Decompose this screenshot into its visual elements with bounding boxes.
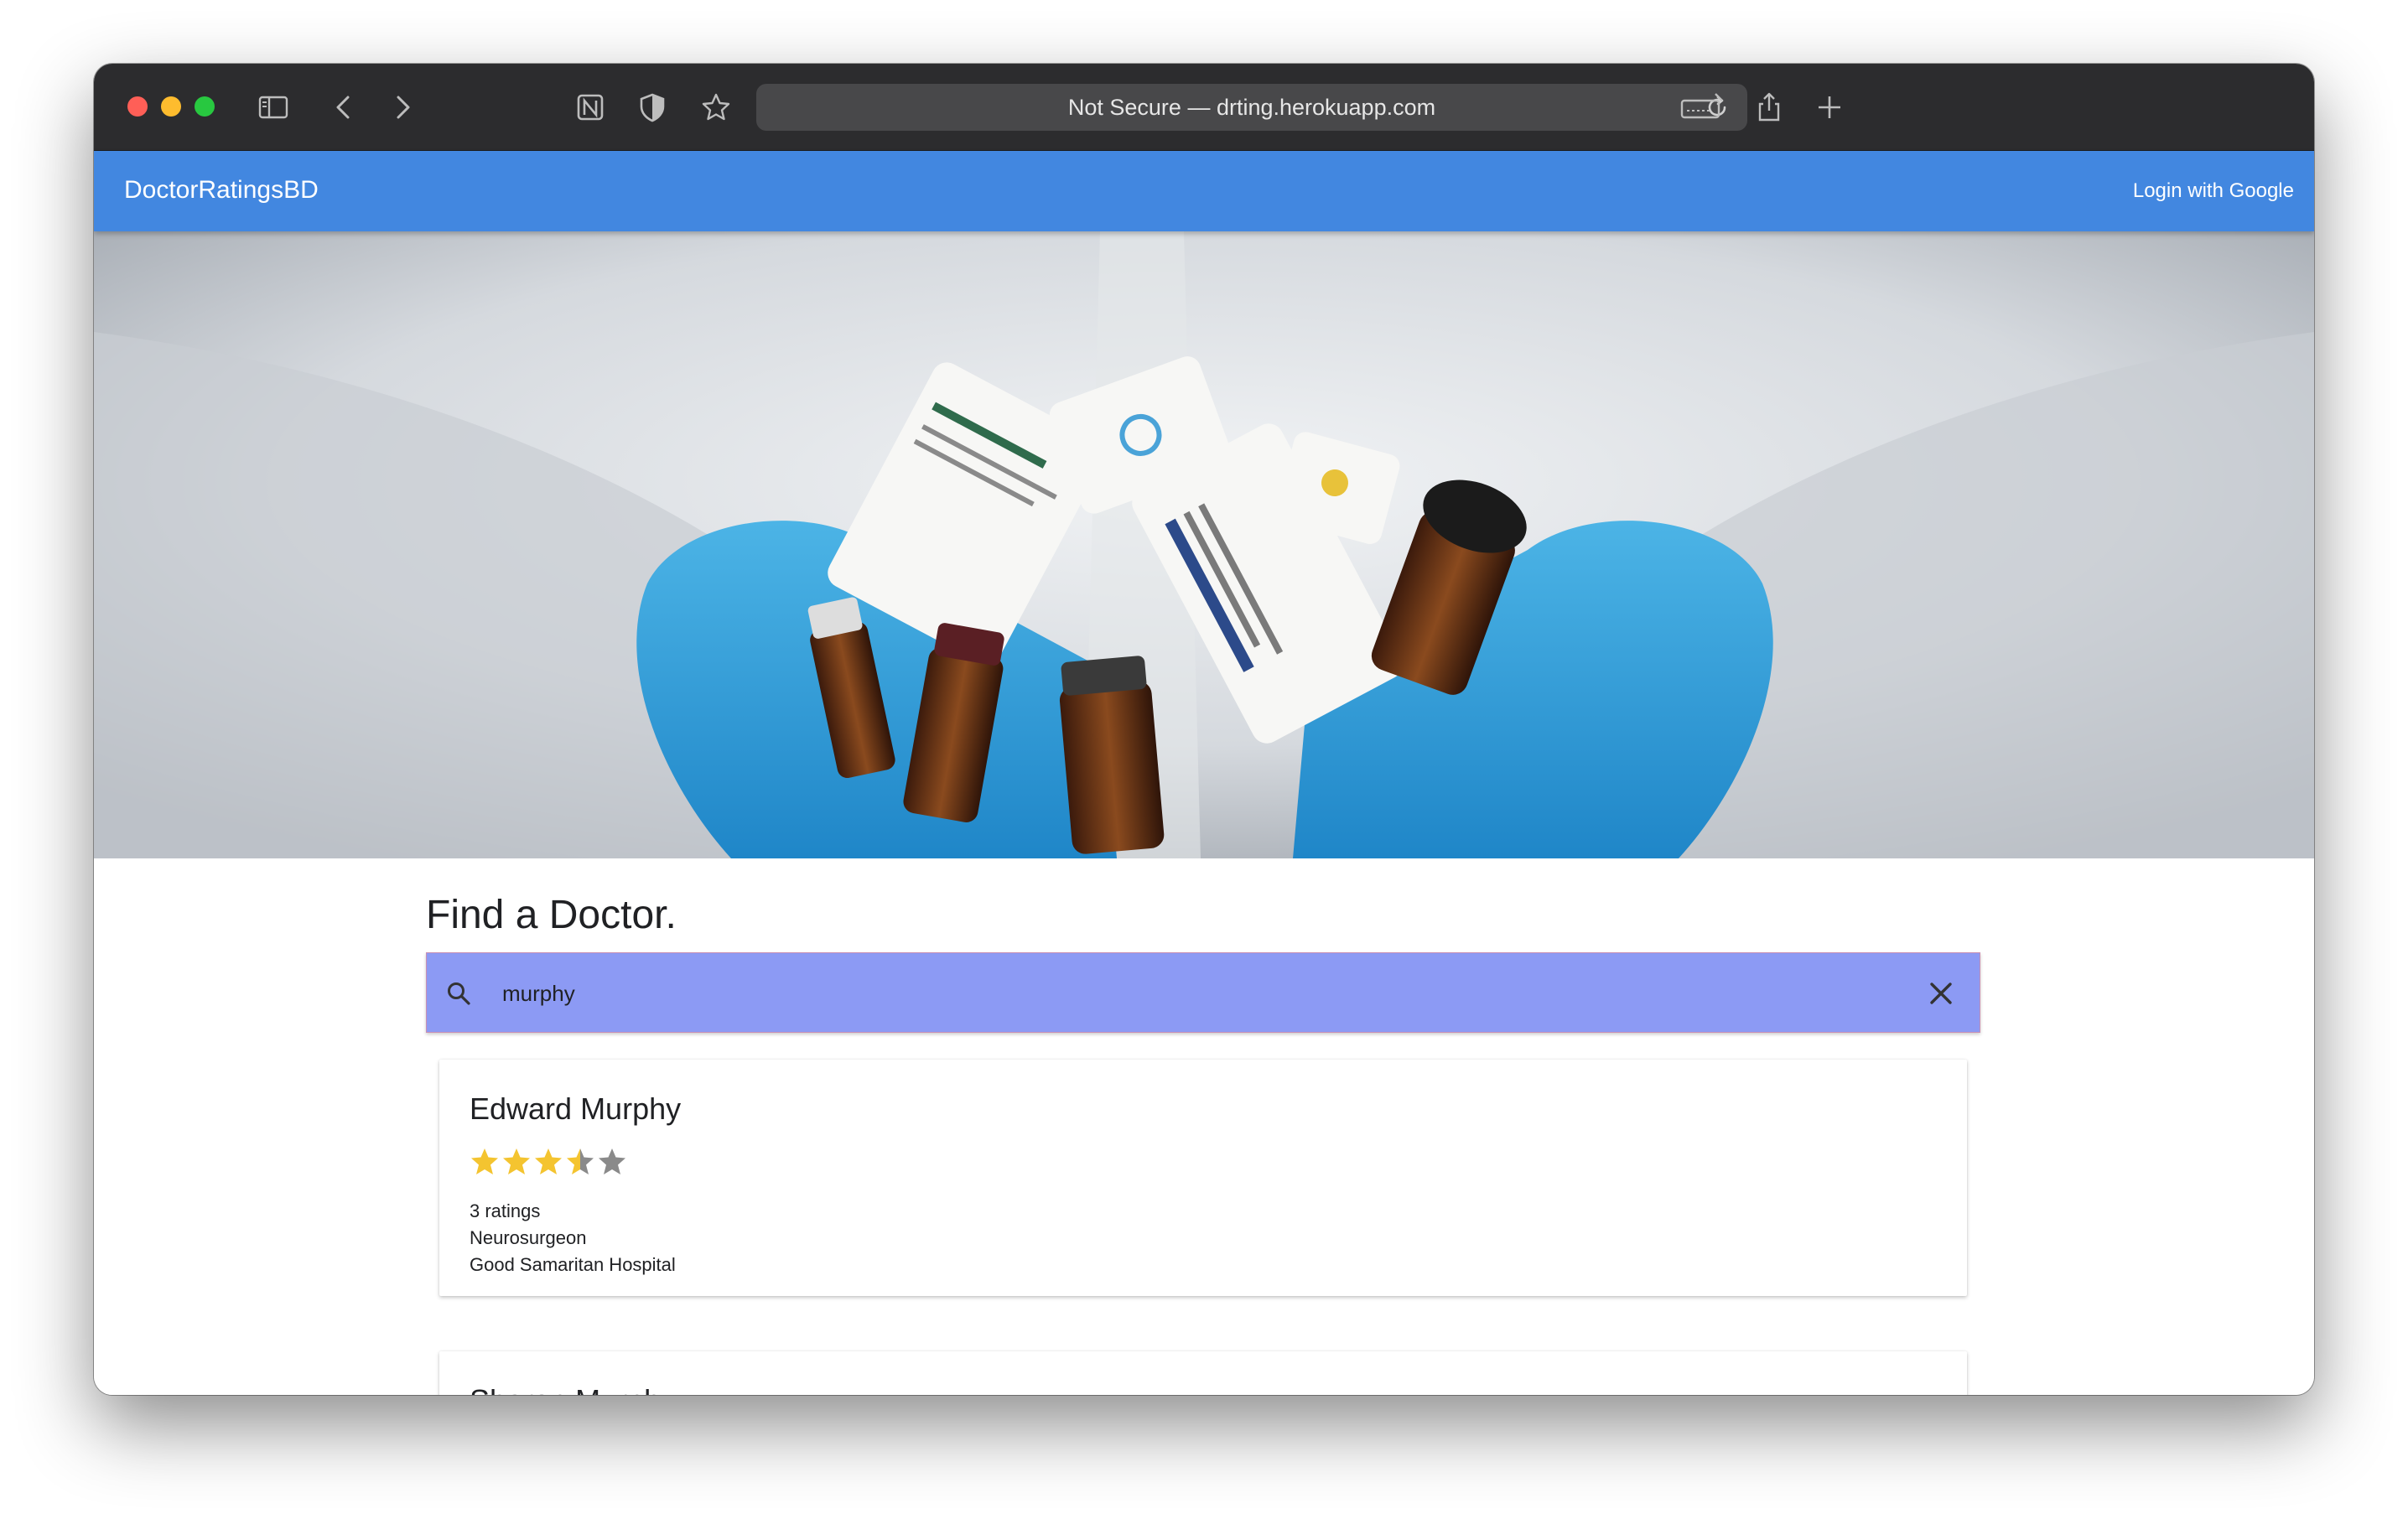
doctor-name[interactable]: Sharon Murphy [470, 1383, 676, 1395]
address-bar[interactable]: Not Secure — drting.herokuapp.com [756, 84, 1747, 131]
search-bar[interactable] [426, 952, 1980, 1033]
share-icon[interactable] [1751, 89, 1788, 126]
doctor-result-card[interactable]: Edward Murphy 3 ratings Neurosurgeon Goo… [439, 1060, 1967, 1296]
star-icon [567, 1148, 594, 1174]
back-icon[interactable] [325, 89, 362, 126]
new-tab-icon[interactable] [1811, 89, 1848, 126]
doctor-name[interactable]: Edward Murphy [470, 1091, 681, 1127]
search-input[interactable] [502, 977, 1844, 1010]
hero-image [94, 231, 2314, 858]
keyboard-icon[interactable] [1677, 89, 1727, 126]
browser-window: Not Secure — drting.herokuapp.com Doctor… [94, 64, 2314, 1395]
close-window-button[interactable] [127, 96, 148, 117]
address-text: Not Secure — drting.herokuapp.com [1067, 94, 1436, 120]
brand-link[interactable]: DoctorRatingsBD [124, 176, 319, 205]
forward-icon[interactable] [384, 89, 421, 126]
notion-icon[interactable] [572, 89, 609, 126]
zoom-window-button[interactable] [195, 96, 215, 117]
browser-toolbar: Not Secure — drting.herokuapp.com [94, 64, 2314, 151]
app-navbar: DoctorRatingsBD Login with Google [94, 151, 2314, 231]
star-icon[interactable] [698, 89, 734, 126]
minimize-window-button[interactable] [161, 96, 181, 117]
star-rating [470, 1147, 627, 1177]
doctor-hospital: Good Samaritan Hospital [470, 1254, 676, 1275]
doctor-specialty: Neurosurgeon [470, 1227, 587, 1248]
shield-icon[interactable] [634, 89, 671, 126]
clear-icon[interactable] [1926, 978, 1956, 1008]
ratings-count: 3 ratings [470, 1200, 541, 1221]
main-content: Find a Doctor. Edward Murphy 3 ratings N… [94, 858, 2314, 1395]
sidebar-icon[interactable] [255, 89, 292, 126]
doctor-result-card[interactable]: Sharon Murphy [439, 1351, 1967, 1395]
page-title: Find a Doctor. [426, 893, 677, 937]
star-icon [471, 1148, 498, 1174]
star-icon [599, 1148, 625, 1174]
search-icon [444, 978, 474, 1008]
login-google-link[interactable]: Login with Google [2133, 179, 2294, 203]
star-icon [535, 1148, 562, 1174]
star-icon [503, 1148, 530, 1174]
